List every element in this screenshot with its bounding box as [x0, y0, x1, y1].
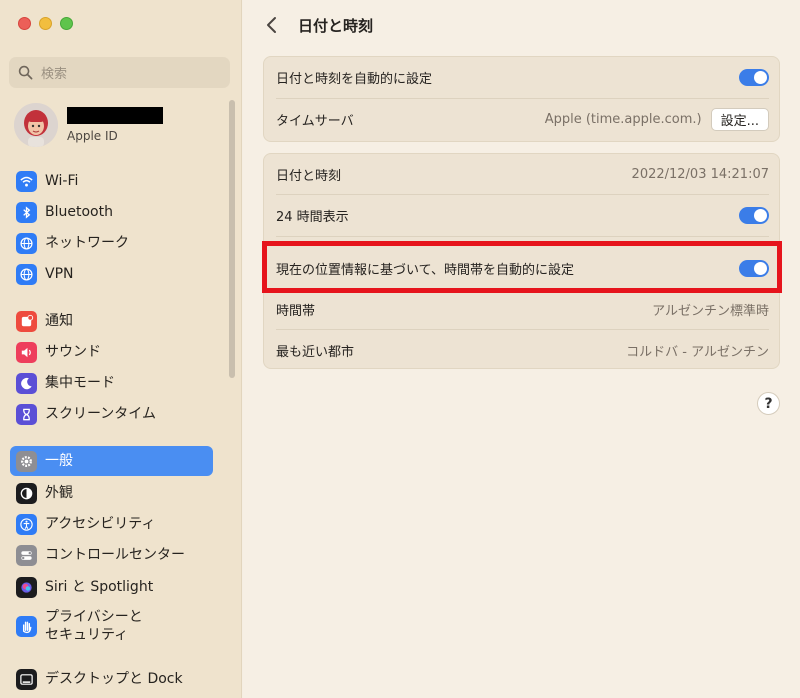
timezone-value: アルゼンチン標準時 — [652, 303, 769, 319]
window-controls — [18, 17, 73, 30]
avatar — [14, 103, 58, 147]
sidebar-item-focus[interactable]: 集中モード — [10, 368, 213, 398]
sidebar-item-label: 一般 — [45, 453, 73, 469]
sidebar: 検索 Apple ID Wi-Fi Bluetooth ネットワーク VPN 通… — [0, 0, 242, 698]
account-name-redacted — [67, 107, 163, 124]
search-input[interactable]: 検索 — [9, 57, 230, 88]
red-highlight-box — [262, 241, 782, 293]
sidebar-item-label: Siri と Spotlight — [45, 579, 154, 595]
sidebar-item-label: 集中モード — [45, 375, 115, 391]
zoom-window-button[interactable] — [60, 17, 73, 30]
sidebar-item-label: Bluetooth — [45, 204, 113, 220]
page-title: 日付と時刻 — [298, 17, 374, 35]
sidebar-item-privacy-security[interactable]: プライバシーと セキュリティ — [10, 604, 213, 648]
sidebar-item-desktop-dock[interactable]: デスクトップと Dock — [10, 664, 213, 694]
time-server-value: Apple (time.apple.com.) — [544, 111, 702, 127]
vpn-globe-icon — [16, 263, 37, 285]
sidebar-item-label: 外観 — [45, 485, 73, 501]
search-placeholder: 検索 — [41, 67, 68, 82]
datetime-value[interactable]: 2022/12/03 14:21:07 — [632, 167, 769, 182]
search-icon — [18, 65, 33, 80]
sidebar-item-label: コントロールセンター — [45, 547, 185, 563]
closest-city-label: 最も近い都市 — [276, 344, 355, 360]
sidebar-item-label: スクリーンタイム — [45, 406, 157, 422]
closest-city-row: 最も近い都市 コルドバ - アルゼンチン — [264, 330, 781, 370]
main-pane: 日付と時刻 日付と時刻を自動的に設定 タイムサーバ Apple (time.ap… — [243, 0, 800, 698]
time-server-label: タイムサーバ — [276, 113, 354, 129]
globe-icon — [16, 232, 37, 254]
sidebar-item-label: アクセシビリティ — [45, 516, 156, 532]
sidebar-item-label: デスクトップと Dock — [45, 671, 183, 687]
bell-icon — [16, 310, 37, 332]
gear-icon — [16, 450, 37, 472]
sidebar-item-control-center[interactable]: コントロールセンター — [10, 540, 213, 570]
sidebar-item-label: VPN — [45, 266, 74, 282]
help-button[interactable]: ? — [757, 392, 780, 415]
time-server-row: タイムサーバ Apple (time.apple.com.) 設定... — [264, 99, 781, 139]
speaker-icon — [16, 341, 37, 363]
sidebar-item-network[interactable]: ネットワーク — [10, 228, 213, 258]
auto-set-label: 日付と時刻を自動的に設定 — [276, 71, 433, 87]
time-server-set-button[interactable]: 設定... — [710, 107, 769, 131]
sidebar-item-label: プライバシーと セキュリティ — [45, 609, 143, 643]
sidebar-item-accessibility[interactable]: アクセシビリティ — [10, 509, 213, 539]
account-subtitle: Apple ID — [67, 129, 118, 143]
closest-city-value: コルドバ - アルゼンチン — [626, 344, 769, 360]
hand-icon — [16, 615, 37, 637]
wifi-icon — [16, 170, 37, 192]
sidebar-item-bluetooth[interactable]: Bluetooth — [10, 197, 213, 227]
datetime-row: 日付と時刻 2022/12/03 14:21:07 — [264, 154, 781, 194]
divider — [276, 236, 769, 237]
moon-icon — [16, 372, 37, 394]
settings-window: 検索 Apple ID Wi-Fi Bluetooth ネットワーク VPN 通… — [0, 0, 800, 698]
sidebar-item-label: ネットワーク — [45, 235, 129, 251]
datetime-label: 日付と時刻 — [276, 168, 342, 184]
hourglass-icon — [16, 403, 37, 425]
accessibility-icon — [16, 513, 37, 535]
h24-toggle[interactable] — [739, 206, 769, 224]
timezone-label: 時間帯 — [276, 303, 316, 319]
sidebar-item-wifi[interactable]: Wi-Fi — [10, 166, 213, 196]
switches-icon — [16, 544, 37, 566]
h24-row: 24 時間表示 — [264, 195, 781, 235]
sidebar-item-label: 通知 — [45, 313, 73, 329]
appearance-icon — [16, 482, 37, 504]
timezone-row: 時間帯 アルゼンチン標準時 — [264, 289, 781, 329]
sidebar-item-label: サウンド — [45, 344, 101, 360]
bluetooth-icon — [16, 201, 37, 223]
auto-set-toggle[interactable] — [739, 68, 769, 86]
sidebar-item-notifications[interactable]: 通知 — [10, 306, 213, 336]
sidebar-scrollbar[interactable] — [229, 100, 235, 378]
sidebar-item-sound[interactable]: サウンド — [10, 337, 213, 367]
auto-time-card: 日付と時刻を自動的に設定 タイムサーバ Apple (time.apple.co… — [263, 56, 780, 142]
close-window-button[interactable] — [18, 17, 31, 30]
sidebar-item-vpn[interactable]: VPN — [10, 259, 213, 289]
sidebar-item-screen-time[interactable]: スクリーンタイム — [10, 399, 213, 429]
minimize-window-button[interactable] — [39, 17, 52, 30]
siri-icon — [16, 576, 37, 598]
h24-label: 24 時間表示 — [276, 209, 349, 225]
sidebar-item-general[interactable]: 一般 — [10, 446, 213, 476]
dock-icon — [16, 668, 37, 690]
sidebar-item-appearance[interactable]: 外観 — [10, 478, 213, 508]
back-chevron-icon[interactable] — [264, 14, 280, 36]
auto-set-row: 日付と時刻を自動的に設定 — [264, 57, 781, 97]
sidebar-item-label: Wi-Fi — [45, 173, 79, 189]
apple-id-account[interactable]: Apple ID — [14, 100, 229, 150]
sidebar-item-siri-spotlight[interactable]: Siri と Spotlight — [10, 572, 213, 602]
